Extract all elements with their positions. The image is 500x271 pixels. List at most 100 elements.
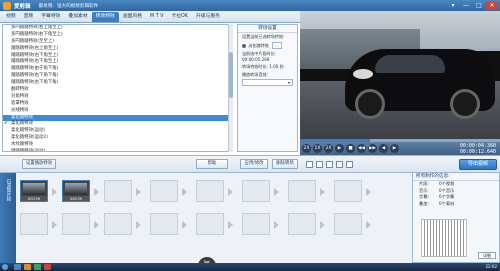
prev-frame-button[interactable]: ◀	[379, 144, 388, 153]
start-button-icon[interactable]	[2, 264, 8, 270]
speed-1x-button[interactable]: 1X	[313, 144, 322, 153]
snapshot-icon[interactable]	[316, 161, 323, 168]
timeline-empty-slot[interactable]	[196, 213, 224, 235]
next-frame-button[interactable]: ▶	[390, 144, 399, 153]
effect-list-item[interactable]: 水纹踏特效	[3, 142, 228, 149]
timeline: 已添加片段 ✂ 0013900139	[0, 172, 380, 271]
effect-list-item[interactable]: 踏踏踏特效(右下角下角)	[3, 80, 228, 87]
timeline-empty-slot[interactable]	[288, 180, 316, 202]
transition-arrow-icon[interactable]	[182, 188, 187, 196]
tab-7[interactable]: 卡拉OK	[167, 12, 192, 22]
set-play-effect-button[interactable]: 设置播放特效	[22, 159, 56, 169]
effect-list-item[interactable]: 柔化踏特效	[3, 114, 228, 122]
timeline-empty-slot[interactable]	[104, 180, 132, 202]
open-folder-icon[interactable]	[326, 161, 333, 168]
tab-6[interactable]: M T V	[146, 12, 167, 22]
transition-arrow-icon[interactable]	[366, 221, 371, 229]
transition-arrow-icon[interactable]	[94, 188, 99, 196]
duration-value[interactable]: 1.00	[269, 64, 278, 69]
timeline-empty-slot[interactable]	[242, 180, 270, 202]
effect-list-item[interactable]: 多円踏踏特效(右下角至上)	[3, 32, 228, 39]
effect-list-item[interactable]: 对角特效	[3, 94, 228, 101]
speed-2x-button[interactable]: 2X	[302, 144, 311, 153]
timeline-clip[interactable]: 00139	[20, 180, 48, 202]
preview-toolbar: 导出视频	[300, 155, 500, 172]
sound-select[interactable]: ▾	[242, 79, 293, 86]
timeline-empty-slot[interactable]	[104, 213, 132, 235]
duration-label: 转场特效时长:	[242, 64, 268, 69]
timeline-clip[interactable]: 00139	[62, 180, 90, 202]
timeline-empty-slot[interactable]	[150, 180, 178, 202]
info-detail-button[interactable]: 详细	[478, 252, 496, 259]
rewind-button[interactable]: ◀◀	[357, 144, 366, 153]
timeline-empty-slot[interactable]	[288, 213, 316, 235]
effect-list-item[interactable]: 多円踏踏特效(至至上)	[3, 39, 228, 46]
effect-list-item[interactable]: 踏踏踏特效(右上角至上)	[3, 46, 228, 53]
barcode-graphic	[421, 219, 467, 257]
effect-list-item[interactable]: 踏踏踏特效(运动)	[3, 149, 228, 151]
maximize-button[interactable]: □	[473, 2, 485, 10]
skin-button[interactable]: ▾	[447, 2, 459, 10]
transition-arrow-icon[interactable]	[320, 221, 325, 229]
preview-car	[345, 49, 495, 119]
scrollbar-thumb[interactable]	[229, 52, 233, 98]
transition-arrow-icon[interactable]	[52, 188, 57, 196]
fast-forward-button[interactable]: ▶▶	[368, 144, 377, 153]
apply-modify-button[interactable]: 应用/修改	[240, 159, 268, 169]
effect-list-item[interactable]: 遮罩特效	[3, 101, 228, 108]
effect-radio[interactable]	[242, 43, 246, 48]
os-taskbar: 22:02	[0, 263, 500, 271]
transition-arrow-icon[interactable]	[228, 188, 233, 196]
taskbar-folder-icon[interactable]	[24, 264, 31, 270]
transition-arrow-icon[interactable]	[228, 221, 233, 229]
fullscreen-icon[interactable]	[306, 161, 313, 168]
tab-0[interactable]: 视频	[2, 12, 20, 22]
timeline-empty-slot[interactable]	[20, 213, 48, 235]
play-button[interactable]: ▶	[335, 144, 344, 153]
transition-arrow-icon[interactable]	[274, 188, 279, 196]
video-preview[interactable]	[300, 11, 500, 139]
timeline-empty-slot[interactable]	[196, 180, 224, 202]
effect-more-button[interactable]: …	[272, 41, 283, 49]
effect-list-scrollbar[interactable]	[228, 24, 233, 152]
effect-list-item[interactable]: 光线特效	[3, 108, 228, 115]
transition-arrow-icon[interactable]	[320, 188, 325, 196]
taskbar-app-icon[interactable]	[14, 264, 21, 270]
tab-3[interactable]: 叠加素材	[64, 12, 91, 22]
transition-arrow-icon[interactable]	[136, 188, 141, 196]
settings-duration-row: 转场特效时长: 1.00 秒	[238, 63, 297, 71]
minimize-button[interactable]: —	[460, 2, 472, 10]
stop-button[interactable]: ■	[346, 144, 355, 153]
effect-list-item[interactable]: 多円踏踏特效(右上角至上)	[3, 25, 228, 32]
timeline-side-tab[interactable]: 已添加片段	[0, 173, 16, 264]
timeline-empty-slot[interactable]	[334, 213, 362, 235]
volume-icon[interactable]	[346, 161, 353, 168]
close-button[interactable]: ✕	[486, 1, 498, 10]
tab-2[interactable]: 字幕特效	[37, 12, 64, 22]
tab-5[interactable]: 画面风格	[119, 12, 146, 22]
effect-list-item[interactable]: 柔化踏特效(运动2)	[3, 135, 228, 142]
transition-arrow-icon[interactable]	[366, 188, 371, 196]
transition-arrow-icon[interactable]	[94, 221, 99, 229]
info-row: 叠加: 0个素材	[413, 201, 499, 208]
tab-4[interactable]: 转场特效	[91, 12, 119, 22]
transition-arrow-icon[interactable]	[182, 221, 187, 229]
export-video-button[interactable]: 导出视频	[459, 159, 497, 170]
timeline-empty-slot[interactable]	[334, 180, 362, 202]
transition-arrow-icon[interactable]	[274, 221, 279, 229]
effect-list-item[interactable]: 翻转特效	[3, 87, 228, 94]
help-button[interactable]: 帮助	[196, 159, 228, 169]
timeline-empty-slot[interactable]	[242, 213, 270, 235]
transition-arrow-icon[interactable]	[136, 221, 141, 229]
transition-arrow-icon[interactable]	[52, 221, 57, 229]
settings-icon[interactable]	[336, 161, 343, 168]
timeline-empty-slot[interactable]	[150, 213, 178, 235]
taskbar-media-icon[interactable]	[44, 264, 51, 270]
effect-list-item[interactable]: 柔化踏特效	[3, 121, 228, 128]
tab-1[interactable]: 音频	[20, 12, 38, 22]
taskbar-browser-icon[interactable]	[34, 264, 41, 270]
tab-8[interactable]: 升级与服务	[192, 12, 224, 22]
speed-2x-alt-button[interactable]: 2X	[324, 144, 333, 153]
timeline-empty-slot[interactable]	[62, 213, 90, 235]
delete-transition-button[interactable]: 删除转场	[272, 159, 298, 169]
